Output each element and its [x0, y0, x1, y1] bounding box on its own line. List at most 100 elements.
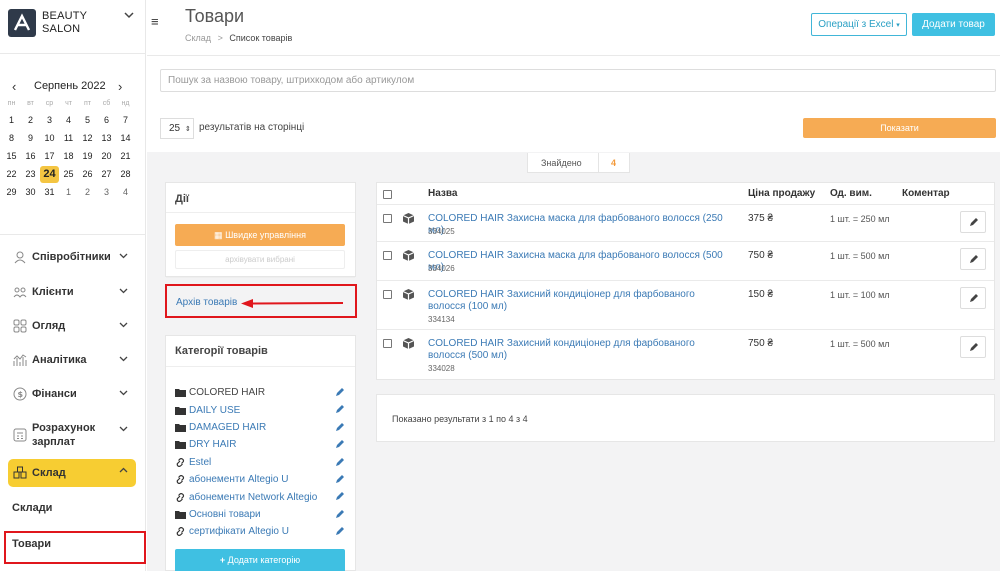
calendar-day[interactable]: 22: [2, 166, 21, 183]
archive-selected-button[interactable]: архівувати вибрані: [175, 250, 345, 269]
edit-pencil-icon[interactable]: [335, 404, 345, 414]
nav-item-2[interactable]: Огляд: [8, 314, 136, 338]
category-item[interactable]: DAILY USE: [175, 401, 345, 418]
calendar-day[interactable]: 26: [78, 166, 97, 183]
calendar-day-selected[interactable]: 24: [40, 166, 59, 183]
category-label[interactable]: сертифікати Altegio U: [189, 526, 289, 537]
edit-pencil-icon[interactable]: [335, 491, 345, 501]
calendar-day[interactable]: 31: [40, 184, 59, 201]
edit-product-button[interactable]: [960, 211, 986, 233]
nav-item-4[interactable]: $ Фінанси: [8, 382, 136, 406]
product-name-link[interactable]: COLORED HAIR Захисний кондиціонер для фа…: [428, 289, 730, 313]
edit-pencil-icon[interactable]: [335, 387, 345, 397]
category-label[interactable]: DAILY USE: [189, 405, 240, 416]
calendar-day[interactable]: 30: [21, 184, 40, 201]
calendar-day[interactable]: 25: [59, 166, 78, 183]
row-checkbox[interactable]: [383, 339, 392, 348]
edit-product-button[interactable]: [960, 336, 986, 358]
calendar-day[interactable]: 4: [59, 112, 78, 129]
add-category-button[interactable]: + Додати категорію: [175, 549, 345, 571]
nav-item-0[interactable]: Співробітники: [8, 245, 136, 269]
category-item[interactable]: COLORED HAIR: [175, 384, 345, 401]
calendar-day[interactable]: 1: [2, 112, 21, 129]
category-label[interactable]: Основні товари: [189, 509, 261, 520]
calendar-day[interactable]: 1: [59, 184, 78, 201]
calendar-day[interactable]: 27: [97, 166, 116, 183]
select-all-checkbox[interactable]: [383, 190, 392, 199]
calendar-day[interactable]: 10: [40, 130, 59, 147]
product-name-link[interactable]: COLORED HAIR Захисна маска для фарбовано…: [428, 250, 730, 274]
calendar-day[interactable]: 3: [97, 184, 116, 201]
product-name-link[interactable]: COLORED HAIR Захисна маска для фарбовано…: [428, 213, 730, 237]
nav-sub-warehouses[interactable]: Склади: [12, 502, 52, 514]
category-label[interactable]: абонементи Altegio U: [189, 474, 288, 485]
row-checkbox[interactable]: [383, 251, 392, 260]
calendar-day[interactable]: 9: [21, 130, 40, 147]
calendar-day[interactable]: 4: [116, 184, 135, 201]
category-item[interactable]: DRY HAIR: [175, 436, 345, 453]
show-button[interactable]: Показати: [803, 118, 996, 138]
calendar-day[interactable]: 21: [116, 148, 135, 165]
calendar-next-button[interactable]: ›: [118, 80, 122, 93]
calendar-day[interactable]: 15: [2, 148, 21, 165]
category-item[interactable]: Estel: [175, 454, 345, 471]
calendar-day[interactable]: 7: [116, 112, 135, 129]
breadcrumb-parent[interactable]: Склад: [185, 33, 211, 43]
edit-product-button[interactable]: [960, 287, 986, 309]
row-checkbox[interactable]: [383, 214, 392, 223]
nav-item-3[interactable]: Аналітика: [8, 348, 136, 372]
col-unit-header[interactable]: Од. вим.: [830, 188, 872, 199]
nav-item-1[interactable]: Клієнти: [8, 280, 136, 304]
calendar-day[interactable]: 28: [116, 166, 135, 183]
edit-pencil-icon[interactable]: [335, 474, 345, 484]
calendar-day[interactable]: 29: [2, 184, 21, 201]
calendar-day[interactable]: 8: [2, 130, 21, 147]
category-label[interactable]: DAMAGED HAIR: [189, 422, 266, 433]
category-item[interactable]: абонементи Network Altegio: [175, 488, 345, 505]
calendar-day[interactable]: 14: [116, 130, 135, 147]
calendar-day[interactable]: 12: [78, 130, 97, 147]
category-label[interactable]: абонементи Network Altegio: [189, 492, 317, 503]
edit-product-button[interactable]: [960, 248, 986, 270]
category-item[interactable]: абонементи Altegio U: [175, 471, 345, 488]
calendar-day[interactable]: 2: [21, 112, 40, 129]
col-comment-header[interactable]: Коментар: [902, 188, 950, 199]
quick-manage-button[interactable]: ▦ Швидке управління: [175, 224, 345, 246]
calendar-day[interactable]: 16: [21, 148, 40, 165]
nav-item-5[interactable]: Розрахунок зарплат: [8, 418, 136, 452]
add-product-button[interactable]: Додати товар: [912, 13, 995, 36]
calendar-day[interactable]: 19: [78, 148, 97, 165]
edit-pencil-icon[interactable]: [335, 422, 345, 432]
category-label[interactable]: DRY HAIR: [189, 439, 236, 450]
calendar-day[interactable]: 17: [40, 148, 59, 165]
category-item[interactable]: Основні товари: [175, 506, 345, 523]
calendar-day[interactable]: 11: [59, 130, 78, 147]
col-price-header[interactable]: Ціна продажу: [748, 188, 815, 199]
calendar-day[interactable]: 3: [40, 112, 59, 129]
col-name-header[interactable]: Назва: [428, 188, 457, 199]
calendar-day[interactable]: 5: [78, 112, 97, 129]
row-checkbox[interactable]: [383, 290, 392, 299]
calendar-prev-button[interactable]: ‹: [12, 80, 16, 93]
edit-pencil-icon[interactable]: [335, 509, 345, 519]
calendar-day[interactable]: 20: [97, 148, 116, 165]
nav-item-6[interactable]: Склад: [8, 459, 136, 487]
calendar-day[interactable]: 2: [78, 184, 97, 201]
edit-pencil-icon[interactable]: [335, 439, 345, 449]
product-name-link[interactable]: COLORED HAIR Захисний кондиціонер для фа…: [428, 338, 730, 362]
edit-pencil-icon[interactable]: [335, 526, 345, 536]
menu-toggle-icon[interactable]: ≡: [151, 14, 159, 29]
calendar-day[interactable]: 23: [21, 166, 40, 183]
edit-pencil-icon[interactable]: [335, 457, 345, 467]
category-item[interactable]: DAMAGED HAIR: [175, 419, 345, 436]
calendar-day[interactable]: 18: [59, 148, 78, 165]
search-input[interactable]: Пошук за назвою товару, штрихкодом або а…: [160, 69, 996, 92]
category-item[interactable]: сертифікати Altegio U: [175, 523, 345, 540]
category-label[interactable]: COLORED HAIR: [189, 387, 265, 398]
calendar-day[interactable]: 6: [97, 112, 116, 129]
excel-operations-button[interactable]: Операції з Excel ▾: [811, 13, 907, 36]
per-page-select[interactable]: 25 ⇕: [160, 118, 194, 139]
calendar-day[interactable]: 13: [97, 130, 116, 147]
brand-switcher[interactable]: BEAUTY SALON: [8, 8, 138, 42]
category-label[interactable]: Estel: [189, 457, 211, 468]
